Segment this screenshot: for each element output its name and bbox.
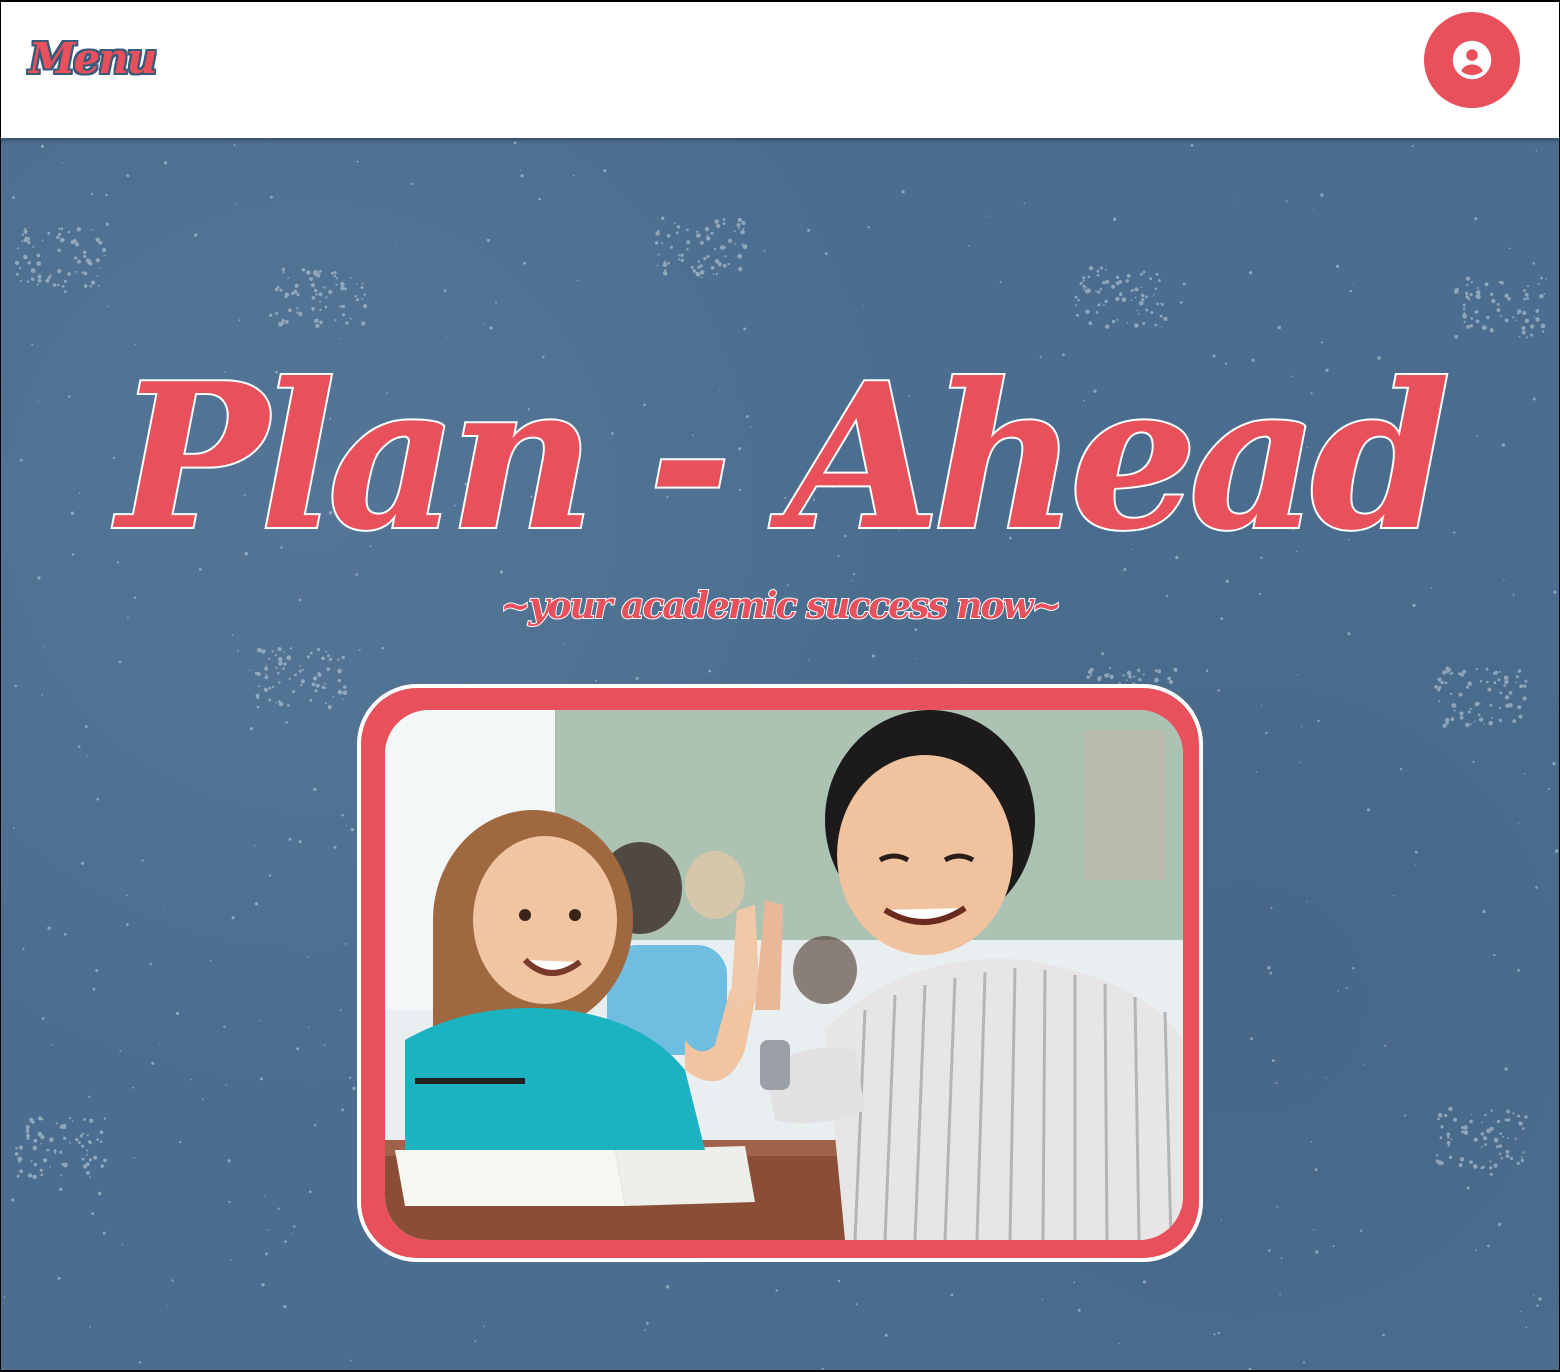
hero-photo bbox=[385, 710, 1183, 1240]
hero-section: Plan - Ahead ~your academic success now~ bbox=[1, 138, 1559, 1370]
account-button[interactable] bbox=[1424, 12, 1520, 108]
page: Menu Plan - Ahead ~your academic success… bbox=[1, 2, 1559, 1370]
hero-tagline: ~your academic success now~ bbox=[499, 585, 1062, 627]
classroom-high-five-illustration bbox=[385, 710, 1183, 1240]
top-navigation-bar: Menu bbox=[1, 2, 1559, 138]
account-circle-icon bbox=[1452, 40, 1492, 80]
hero-photo-frame bbox=[357, 684, 1203, 1262]
menu-button[interactable]: Menu bbox=[29, 38, 157, 80]
hero-title: Plan - Ahead bbox=[116, 340, 1453, 575]
